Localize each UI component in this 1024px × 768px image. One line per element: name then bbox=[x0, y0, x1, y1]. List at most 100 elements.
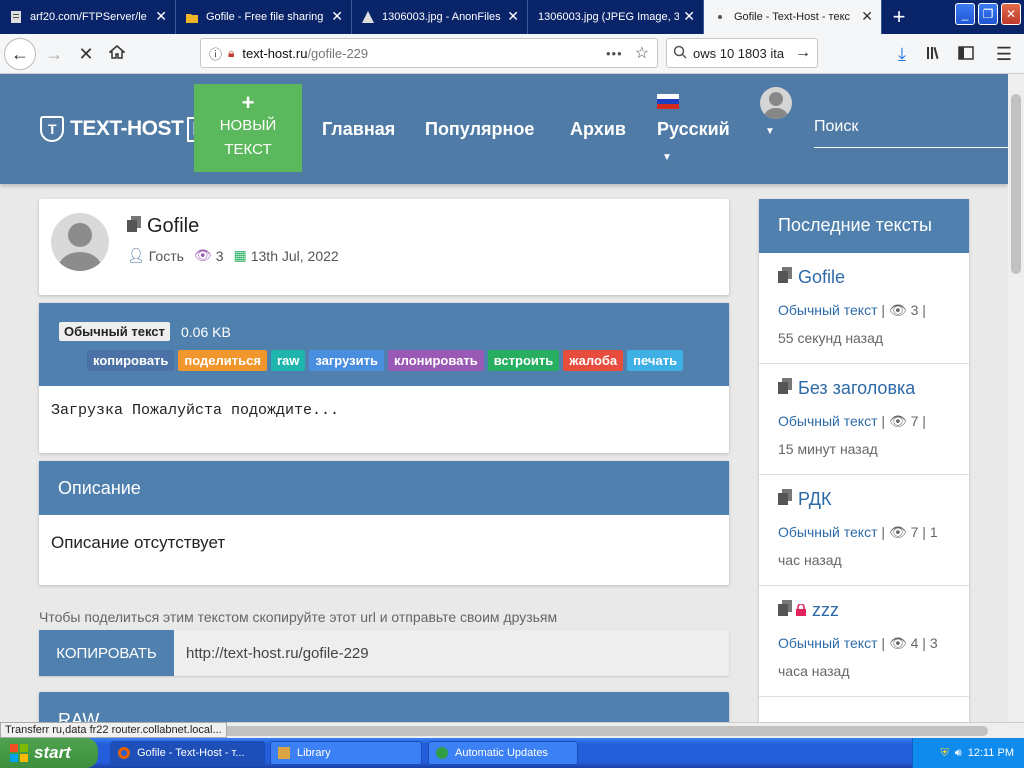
forward-button[interactable]: → bbox=[38, 38, 70, 70]
language-caret-icon[interactable]: ▼ bbox=[662, 152, 672, 163]
url-path: /gofile-229 bbox=[307, 45, 369, 61]
sidebar-toggle-button[interactable] bbox=[950, 38, 982, 70]
library-button[interactable] bbox=[918, 38, 950, 70]
browser-tab-1[interactable]: arf20.com/FTPServer/le ✕ bbox=[0, 0, 176, 34]
site-header: T TEXT-HOST RU + НОВЫЙ ТЕКСТ Главная Поп… bbox=[0, 74, 1008, 184]
scrollbar-thumb[interactable] bbox=[1011, 94, 1021, 274]
copy-action-button[interactable]: копировать bbox=[87, 350, 175, 371]
recent-item-title-link[interactable]: zzz bbox=[778, 600, 950, 621]
browser-navbar: ← → ✕ ⓘ 🔒︎ text-host.ru/gofile-229 ••• ☆… bbox=[0, 34, 1024, 74]
close-tab-icon[interactable]: ✕ bbox=[331, 9, 343, 23]
user-menu-caret-icon[interactable]: ▼ bbox=[765, 126, 775, 137]
recent-item: zzz Обычный текст | 👁︎ 4 | 3 часа назад bbox=[759, 586, 969, 697]
recent-item-title-link[interactable]: Без заголовка bbox=[778, 378, 950, 399]
syntax-type-badge: Обычный текст bbox=[59, 322, 170, 341]
page-viewport: T TEXT-HOST RU + НОВЫЙ ТЕКСТ Главная Поп… bbox=[0, 74, 1008, 722]
description-text: Описание отсутствует bbox=[51, 533, 226, 552]
description-card: Описание Описание отсутствует bbox=[39, 461, 729, 585]
back-arrow-icon: ← bbox=[11, 43, 29, 64]
insecure-lock-icon[interactable]: 🔒︎ bbox=[228, 46, 234, 61]
eye-icon: 👁︎ bbox=[193, 247, 212, 263]
windows-update-icon bbox=[435, 746, 449, 760]
system-tray: ⛨ 🔊︎ 12:11 PM bbox=[912, 738, 1024, 768]
recent-item-meta: Обычный текст | 👁︎ 3 | 55 секунд назад bbox=[778, 302, 926, 346]
close-tab-icon[interactable]: ✕ bbox=[155, 9, 167, 23]
new-text-line2: ТЕКСТ bbox=[224, 141, 272, 158]
close-tab-icon[interactable]: ✕ bbox=[683, 9, 695, 23]
copy-doc-icon bbox=[778, 600, 792, 621]
volume-icon[interactable]: 🔊︎ bbox=[955, 747, 962, 760]
new-text-button[interactable]: + НОВЫЙ ТЕКСТ bbox=[194, 84, 302, 172]
close-tab-icon[interactable]: ✕ bbox=[861, 9, 873, 23]
url-bar[interactable]: ⓘ 🔒︎ text-host.ru/gofile-229 ••• ☆ bbox=[200, 38, 658, 68]
language-dropdown[interactable]: Русский bbox=[657, 119, 730, 140]
restore-window-button[interactable]: ❐ bbox=[978, 3, 998, 25]
vertical-scrollbar[interactable] bbox=[1008, 74, 1024, 722]
recent-item-title-link[interactable]: Gofile bbox=[778, 267, 950, 288]
share-url-field[interactable]: http://text-host.ru/gofile-229 bbox=[174, 630, 729, 676]
bookmark-star-icon[interactable]: ☆ bbox=[635, 43, 649, 63]
close-window-button[interactable]: ✕ bbox=[1001, 3, 1021, 25]
back-button[interactable]: ← bbox=[4, 38, 36, 70]
eye-icon: 👁︎ bbox=[888, 635, 907, 651]
description-heading: Описание bbox=[39, 461, 729, 515]
info-icon[interactable]: ⓘ bbox=[209, 44, 222, 63]
paste-views: 3 bbox=[215, 247, 224, 264]
search-go-arrow-icon[interactable]: → bbox=[795, 44, 811, 62]
recent-item-after-views: | 1 bbox=[918, 524, 938, 540]
task-label: Automatic Updates bbox=[455, 747, 548, 759]
share-action-button[interactable]: поделиться bbox=[178, 350, 267, 371]
site-search-input[interactable]: Поиск bbox=[814, 114, 1008, 148]
search-bar[interactable]: ows 10 1803 ita → bbox=[666, 38, 818, 68]
clone-action-button[interactable]: клонировать bbox=[387, 350, 484, 371]
paste-content-card: Обычный текст 0.06 KB копировать поделит… bbox=[39, 303, 729, 453]
windows-logo-icon bbox=[10, 744, 28, 762]
recent-item: Gofile Обычный текст | 👁︎ 3 | 55 секунд … bbox=[759, 253, 969, 364]
print-action-button[interactable]: печать bbox=[627, 350, 684, 371]
taskbar-library-task[interactable]: Library bbox=[270, 741, 422, 765]
taskbar-updates-task[interactable]: Automatic Updates bbox=[428, 741, 578, 765]
browser-tab-3[interactable]: 1306003.jpg - AnonFiles ✕ bbox=[352, 0, 528, 34]
page-actions-icon[interactable]: ••• bbox=[606, 46, 623, 61]
nav-archive-link[interactable]: Архив bbox=[570, 119, 626, 140]
task-label: Library bbox=[297, 747, 331, 759]
recent-item-meta: Обычный текст | 👁︎ 7 | 1 час назад bbox=[778, 524, 938, 568]
recent-item-type-link[interactable]: Обычный текст bbox=[778, 524, 878, 540]
raw-action-button[interactable]: raw bbox=[270, 350, 306, 371]
downloads-button[interactable]: ⤓ bbox=[886, 38, 918, 70]
nav-popular-link[interactable]: Популярное bbox=[425, 119, 534, 140]
download-action-button[interactable]: загрузить bbox=[309, 350, 384, 371]
menu-button[interactable]: ☰ bbox=[988, 38, 1020, 70]
new-tab-button[interactable]: + bbox=[882, 0, 916, 34]
browser-tab-4[interactable]: 1306003.jpg (JPEG Image, 3 ✕ bbox=[528, 0, 704, 34]
user-avatar[interactable] bbox=[760, 87, 792, 119]
eye-icon: 👁︎ bbox=[888, 302, 907, 318]
russian-flag-icon bbox=[657, 94, 679, 109]
browser-tab-2[interactable]: Gofile - Free file sharing ✕ bbox=[176, 0, 352, 34]
recent-item-title: Без заголовка bbox=[798, 378, 916, 398]
minimize-window-button[interactable]: _ bbox=[955, 3, 975, 25]
recent-item-title: РДК bbox=[798, 489, 832, 509]
stop-button[interactable]: ✕ bbox=[70, 38, 102, 70]
recent-item-type-link[interactable]: Обычный текст bbox=[778, 635, 878, 651]
start-button[interactable]: start bbox=[0, 738, 98, 768]
close-tab-icon[interactable]: ✕ bbox=[507, 9, 519, 23]
padlock-icon bbox=[796, 600, 806, 621]
copy-url-button[interactable]: КОПИРОВАТЬ bbox=[39, 630, 174, 676]
recent-item-type-link[interactable]: Обычный текст bbox=[778, 413, 878, 429]
nav-home-link[interactable]: Главная bbox=[322, 119, 395, 140]
recent-item-title-link[interactable]: РДК bbox=[778, 489, 950, 510]
copy-doc-icon bbox=[778, 267, 792, 288]
raw-heading: RAW bbox=[58, 710, 100, 722]
security-shield-icon[interactable]: ⛨ bbox=[941, 747, 949, 760]
recent-item-type-link[interactable]: Обычный текст bbox=[778, 302, 878, 318]
home-icon bbox=[107, 44, 127, 65]
home-button[interactable] bbox=[101, 38, 133, 70]
browser-tab-5-active[interactable]: Gofile - Text-Host - текс ✕ bbox=[704, 0, 882, 34]
embed-action-button[interactable]: встроить bbox=[487, 350, 560, 371]
report-action-button[interactable]: жалоба bbox=[563, 350, 624, 371]
recent-item-time: 55 секунд назад bbox=[778, 330, 884, 346]
magnifier-icon bbox=[673, 45, 687, 62]
status-text: Transferr ru,data fr22 router.collabnet.… bbox=[0, 722, 227, 738]
taskbar-firefox-task[interactable]: Gofile - Text-Host - т... bbox=[110, 741, 265, 765]
